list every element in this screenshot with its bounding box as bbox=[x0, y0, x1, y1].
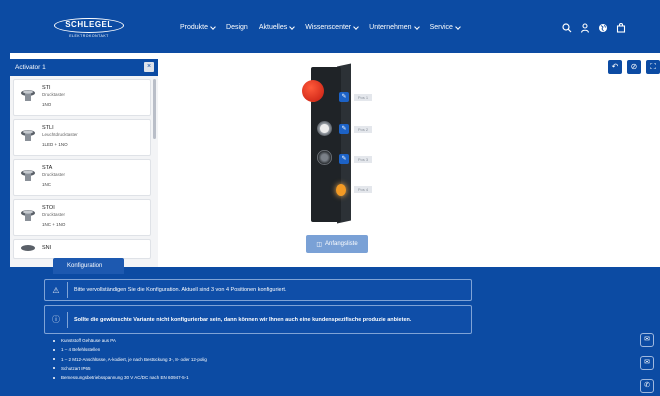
item-code: 1NC + 1NO bbox=[42, 222, 66, 227]
item-type: Leuchtdrucktaster bbox=[42, 132, 78, 137]
list-item: Bemessungsbetriebsspannung 30 V AC/DC na… bbox=[53, 373, 207, 382]
chevron-down-icon bbox=[413, 23, 420, 30]
view-button[interactable]: ◫ Anfangsliste bbox=[306, 235, 368, 253]
cart-icon[interactable] bbox=[616, 23, 626, 33]
pushbutton-icon bbox=[21, 245, 35, 251]
chat-icon[interactable]: ✉ bbox=[640, 333, 654, 347]
empty-slot-indicator[interactable] bbox=[336, 184, 346, 196]
brand-logo[interactable]: SCHLEGEL ELEKTROKONTAKT bbox=[54, 18, 124, 42]
list-item[interactable]: STI Drucktaster 1NO bbox=[13, 79, 151, 116]
position-label: Pos 2 bbox=[354, 126, 372, 133]
user-icon[interactable] bbox=[580, 23, 590, 33]
search-icon[interactable] bbox=[562, 23, 572, 33]
nav-item-produkte[interactable]: Produkte bbox=[180, 23, 216, 31]
nav-item-unternehmen[interactable]: Unternehmen bbox=[369, 23, 420, 31]
list-item[interactable]: STLI Leuchtdrucktaster 1LED + 1NO bbox=[13, 119, 151, 156]
main-nav: Produkte Design Aktuelles Wissenscenter … bbox=[180, 23, 461, 31]
item-name: STA bbox=[42, 165, 53, 171]
pushbutton-icon bbox=[21, 210, 35, 221]
item-type: Drucktaster bbox=[42, 172, 66, 177]
warning-notice: ⚠ Bitte vervollständigen Sie die Konfigu… bbox=[44, 279, 472, 301]
item-name: STOI bbox=[42, 205, 55, 211]
edit-icon[interactable]: ✎ bbox=[339, 154, 349, 164]
tab-konfiguration[interactable]: Konfiguration bbox=[53, 258, 124, 274]
info-icon: ⓘ bbox=[52, 315, 60, 324]
item-code: 1NC bbox=[42, 182, 52, 187]
pushbutton-icon bbox=[21, 130, 35, 141]
header-icons bbox=[562, 23, 626, 33]
actuator-panel: Activator 1 × STI Drucktaster 1NO STLI L… bbox=[10, 59, 158, 267]
nav-item-design[interactable]: Design bbox=[226, 24, 248, 31]
item-code: 1NO bbox=[42, 102, 52, 107]
item-code: 1LED + 1NO bbox=[42, 142, 68, 147]
pushbutton-icon bbox=[21, 170, 35, 181]
edit-icon[interactable]: ✎ bbox=[339, 92, 349, 102]
nav-label: Unternehmen bbox=[369, 24, 412, 31]
chevron-down-icon bbox=[353, 23, 359, 30]
camera-icon: ◫ bbox=[316, 241, 322, 248]
panel-title: Activator 1 bbox=[15, 64, 46, 71]
item-name: SNI bbox=[42, 245, 52, 251]
notice-text: Sollte die gewünschte Variante nicht kon… bbox=[67, 311, 417, 328]
undo-icon[interactable]: ↶ bbox=[608, 60, 622, 74]
contact-buttons: ✉ ✉ ✆ bbox=[640, 333, 654, 393]
actuator-list: STI Drucktaster 1NO STLI Leuchtdrucktast… bbox=[13, 79, 151, 262]
close-icon[interactable]: × bbox=[144, 62, 154, 72]
globe-icon[interactable] bbox=[598, 23, 608, 33]
list-item: 1 – 4 Befehlsstellen bbox=[53, 345, 207, 354]
edit-icon[interactable]: ✎ bbox=[339, 124, 349, 134]
pushbutton-icon bbox=[21, 90, 35, 101]
nav-label: Design bbox=[226, 24, 248, 31]
list-item: Kunststoff Gehäuse aus PA bbox=[53, 336, 207, 345]
pushbutton-white[interactable] bbox=[317, 121, 332, 136]
list-item: 1 – 2 M12-Anschlüsse, A-kodiert, je nach… bbox=[53, 355, 207, 364]
list-item[interactable]: STOI Drucktaster 1NC + 1NO bbox=[13, 199, 151, 236]
position-label: Pos 3 bbox=[354, 156, 372, 163]
view-button-label: Anfangsliste bbox=[324, 241, 358, 247]
site-header: SCHLEGEL ELEKTROKONTAKT Produkte Design … bbox=[10, 10, 660, 50]
notice-text: Bitte vervollständigen Sie die Konfigura… bbox=[67, 282, 293, 298]
position-label: Pos 4 bbox=[354, 186, 372, 193]
nav-label: Produkte bbox=[180, 24, 209, 31]
list-item: Schutzart IP65 bbox=[53, 364, 207, 373]
item-type: Drucktaster bbox=[42, 212, 66, 217]
list-item[interactable]: SNI bbox=[13, 239, 151, 259]
chevron-down-icon bbox=[210, 23, 216, 30]
item-name: STI bbox=[42, 85, 51, 91]
nav-label: Service bbox=[429, 24, 453, 31]
hide-icon[interactable]: ⊘ bbox=[627, 60, 641, 74]
warning-icon: ⚠ bbox=[52, 285, 60, 295]
fullscreen-icon[interactable]: ⛶ bbox=[646, 60, 660, 74]
panel-scrollbar[interactable] bbox=[153, 79, 156, 139]
key-switch[interactable] bbox=[317, 150, 332, 165]
nav-item-service[interactable]: Service bbox=[429, 23, 461, 31]
item-type: Drucktaster bbox=[42, 92, 66, 97]
nav-item-aktuelles[interactable]: Aktuelles bbox=[258, 23, 296, 31]
panel-header: Activator 1 × bbox=[10, 59, 158, 76]
chevron-down-icon bbox=[455, 23, 461, 30]
emergency-stop-button[interactable] bbox=[302, 80, 324, 102]
brand-name: SCHLEGEL bbox=[54, 18, 124, 33]
chevron-down-icon bbox=[289, 23, 296, 30]
brand-tagline: ELEKTROKONTAKT bbox=[69, 34, 109, 38]
item-name: STLI bbox=[42, 125, 54, 131]
position-label: Pos 1 bbox=[354, 94, 372, 101]
mail-icon[interactable]: ✉ bbox=[640, 356, 654, 370]
feature-list: Kunststoff Gehäuse aus PA 1 – 4 Befehlss… bbox=[53, 336, 207, 382]
list-item[interactable]: STA Drucktaster 1NC bbox=[13, 159, 151, 196]
nav-item-wissenscenter[interactable]: Wissenscenter bbox=[305, 23, 359, 31]
info-notice: ⓘ Sollte die gewünschte Variante nicht k… bbox=[44, 305, 472, 334]
nav-label: Wissenscenter bbox=[305, 24, 352, 31]
phone-icon[interactable]: ✆ bbox=[640, 379, 654, 393]
nav-label: Aktuelles bbox=[258, 24, 288, 31]
